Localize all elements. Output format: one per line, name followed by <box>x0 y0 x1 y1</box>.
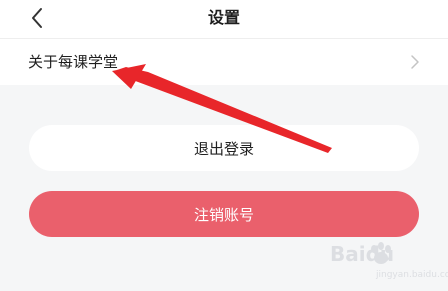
baidu-watermark: Baidu jingyan.baidu.com <box>330 238 448 286</box>
header-bar: 设置 <box>0 0 448 38</box>
logout-button[interactable]: 退出登录 <box>29 125 419 171</box>
about-app-row[interactable]: 关于每课学堂 <box>0 39 448 85</box>
chevron-right-icon <box>411 55 419 69</box>
cancel-account-button[interactable]: 注销账号 <box>29 191 419 237</box>
about-app-label: 关于每课学堂 <box>28 53 119 71</box>
watermark-brand: Baidu <box>330 242 395 266</box>
watermark-subtext: jingyan.baidu.com <box>376 270 448 280</box>
paw-icon <box>371 242 391 264</box>
page-title: 设置 <box>207 8 240 27</box>
